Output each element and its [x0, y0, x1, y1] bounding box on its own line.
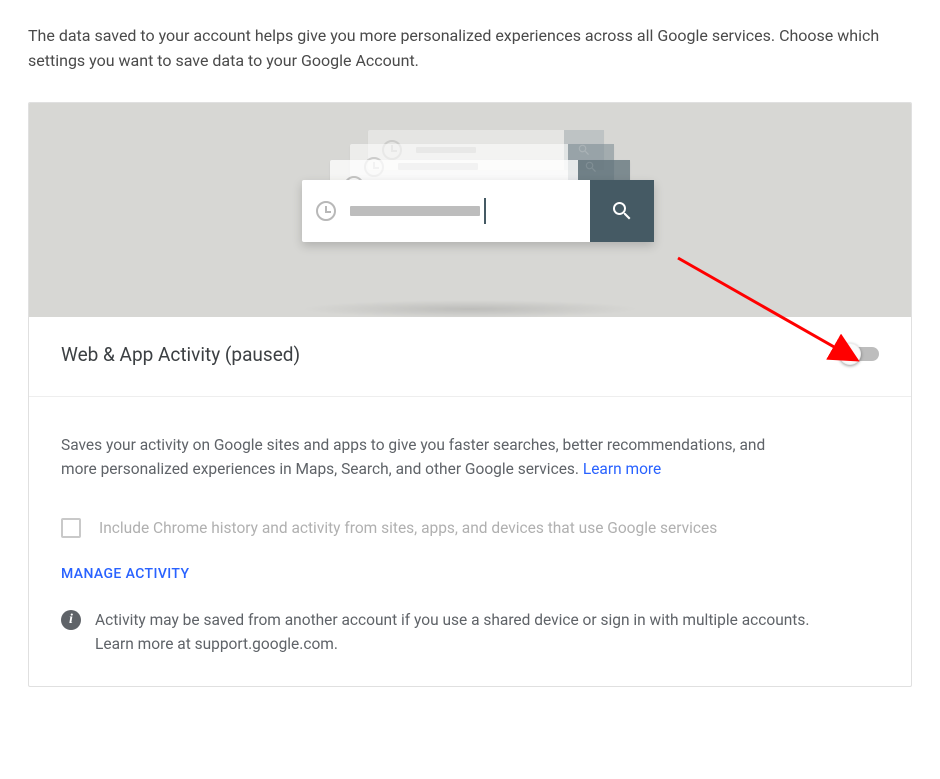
info-text: Activity may be saved from another accou…	[95, 608, 815, 656]
section-description: Saves your activity on Google sites and …	[61, 433, 781, 483]
include-chrome-label: Include Chrome history and activity from…	[99, 519, 717, 537]
intro-text: The data saved to your account helps giv…	[28, 24, 912, 74]
clock-icon	[316, 201, 336, 221]
activity-card: Web & App Activity (paused) Saves your a…	[28, 102, 912, 688]
include-chrome-checkbox[interactable]	[61, 518, 81, 538]
activity-toggle[interactable]	[843, 347, 879, 361]
manage-activity-link[interactable]: MANAGE ACTIVITY	[61, 566, 879, 582]
section-title: Web & App Activity (paused)	[61, 343, 300, 366]
learn-more-link[interactable]: Learn more	[583, 460, 661, 478]
info-icon: i	[61, 610, 81, 630]
hero-search-button	[590, 180, 654, 242]
search-icon	[610, 199, 634, 223]
section-header: Web & App Activity (paused)	[29, 317, 911, 397]
section-body: Saves your activity on Google sites and …	[29, 397, 911, 687]
info-row: i Activity may be saved from another acc…	[61, 608, 879, 656]
hero-illustration	[29, 103, 911, 317]
toggle-knob	[839, 343, 861, 365]
include-chrome-row: Include Chrome history and activity from…	[61, 518, 879, 538]
